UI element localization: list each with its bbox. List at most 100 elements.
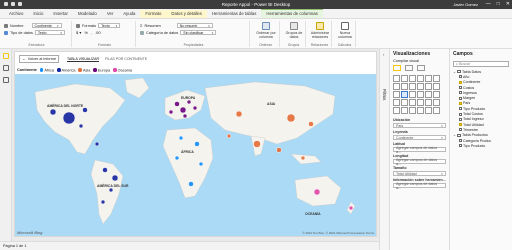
well-tooltips-field[interactable]: Agregar campos de datos a... xyxy=(393,182,446,190)
filled-map-icon[interactable] xyxy=(409,91,416,98)
thousands-icon[interactable]: , xyxy=(91,30,92,35)
smart-narrative-icon[interactable] xyxy=(425,107,432,114)
back-to-report-button[interactable]: ← Volver al informe xyxy=(19,55,59,63)
decimal-icon[interactable]: .00 xyxy=(95,30,101,35)
slicer-icon[interactable] xyxy=(409,99,416,106)
kpi-icon[interactable] xyxy=(401,99,408,106)
r-visual-icon[interactable] xyxy=(433,99,440,106)
bubble-oceania-1[interactable] xyxy=(313,188,321,196)
analytics-icon[interactable] xyxy=(417,65,425,71)
bubble-america-6[interactable] xyxy=(102,167,108,173)
stacked-column-icon[interactable] xyxy=(401,75,408,82)
percent-icon[interactable]: % xyxy=(84,30,88,35)
key-influencers-icon[interactable] xyxy=(401,107,408,114)
bubble-europe-4[interactable] xyxy=(168,109,174,115)
map-visual[interactable]: ← Volver al informe TABLA VISUALIZAR FIL… xyxy=(14,51,377,237)
bubble-europe-2[interactable] xyxy=(179,106,187,114)
map-visual-icon[interactable] xyxy=(401,91,408,98)
bubble-america-5[interactable] xyxy=(94,141,100,147)
funnel-icon[interactable] xyxy=(417,91,424,98)
expand-filters-icon[interactable]: ‹ xyxy=(383,52,384,57)
summary-dropdown[interactable]: No resumir xyxy=(176,23,213,28)
pie-icon[interactable] xyxy=(425,83,432,90)
filters-pane-collapsed[interactable]: ‹ Filtros xyxy=(379,49,390,250)
card-icon[interactable] xyxy=(433,91,440,98)
waterfall-icon[interactable] xyxy=(409,83,416,90)
clustered-bar-icon[interactable] xyxy=(409,75,416,82)
manage-relationships-button[interactable]: Administrar relaciones xyxy=(309,22,331,39)
bubble-africa-2[interactable] xyxy=(194,141,200,147)
table-icon[interactable] xyxy=(417,99,424,106)
field-item[interactable]: Tipo Producto xyxy=(453,143,512,148)
tab-datos-detalles[interactable]: Datos y detalles xyxy=(166,10,207,18)
tab-formato[interactable]: Formato xyxy=(140,10,167,18)
decomposition-tree-icon[interactable] xyxy=(409,107,416,114)
well-location-field[interactable]: País × xyxy=(393,123,446,128)
name-field[interactable]: Continente xyxy=(31,23,62,28)
well-latitude-field[interactable]: Agregar campos de datos a... xyxy=(393,146,446,154)
bubble-asia-3[interactable] xyxy=(308,121,314,127)
world-map[interactable]: AMÉRICA DEL NORTE EUROPA ASIA ÁFRICA AMÉ… xyxy=(15,74,376,236)
well-longitude-field[interactable]: Agregar campos de datos a... xyxy=(393,158,446,166)
bubble-asia-7[interactable] xyxy=(300,155,306,161)
tab-tabla-visualizar[interactable]: TABLA VISUALIZAR xyxy=(67,57,100,62)
bubble-america-4[interactable] xyxy=(78,123,84,129)
well-size-field[interactable]: Total Utilidad × xyxy=(393,171,446,176)
tab-ver[interactable]: Ver xyxy=(102,10,118,18)
combo-chart-icon[interactable] xyxy=(393,83,400,90)
tab-herramientas-columnas[interactable]: Herramientas de columnas xyxy=(261,9,323,18)
format-visual-icon[interactable] xyxy=(405,65,413,71)
bubble-usa[interactable] xyxy=(62,111,76,125)
fields-search-input[interactable]: ⌕ Buscar xyxy=(453,61,509,67)
multirow-card-icon[interactable] xyxy=(393,99,400,106)
bubble-asia-2[interactable] xyxy=(286,113,296,123)
bubble-europe-5[interactable] xyxy=(192,105,198,111)
bubble-america-3[interactable] xyxy=(82,107,88,113)
tab-inicio[interactable]: Inicio xyxy=(28,10,48,18)
new-column-button[interactable]: Nueva columna xyxy=(335,22,355,39)
close-button[interactable]: ✕ xyxy=(506,1,510,7)
tab-ayuda[interactable]: Ayuda xyxy=(118,10,140,18)
bubble-africa-5[interactable] xyxy=(188,181,194,187)
tab-modelado[interactable]: Modelado xyxy=(73,10,102,18)
currency-icon[interactable]: $ ▾ xyxy=(76,30,81,35)
bubble-asia-1[interactable] xyxy=(235,110,243,118)
python-visual-icon[interactable] xyxy=(393,107,400,114)
data-groups-button[interactable]: Grupos de datos xyxy=(283,22,305,39)
more-visuals-icon[interactable] xyxy=(433,107,440,114)
bubble-america-2[interactable] xyxy=(49,108,57,116)
stacked-bar-icon[interactable] xyxy=(393,75,400,82)
tab-archivo[interactable]: Archivo xyxy=(4,10,29,18)
gauge-icon[interactable] xyxy=(425,91,432,98)
tab-insertar[interactable]: Insertar xyxy=(48,10,73,18)
ribbon-chart-icon[interactable] xyxy=(401,83,408,90)
bubble-asia-6[interactable] xyxy=(226,133,232,139)
bubble-europe-1[interactable] xyxy=(174,101,180,107)
area-chart-icon[interactable] xyxy=(433,75,440,82)
map-attribution[interactable]: © 2021 TomTom, © 2021 Microsoft Corporat… xyxy=(302,231,374,235)
build-visual-icon[interactable] xyxy=(393,65,401,71)
line-chart-icon[interactable] xyxy=(425,75,432,82)
report-view-icon[interactable] xyxy=(3,53,9,59)
bubble-africa-4[interactable] xyxy=(198,161,204,167)
bubble-oceania-2[interactable] xyxy=(348,205,354,211)
matrix-icon[interactable] xyxy=(425,99,432,106)
donut-icon[interactable] xyxy=(433,83,440,90)
bubble-africa-3[interactable] xyxy=(174,155,180,161)
bubble-america-7[interactable] xyxy=(108,187,114,193)
tab-herramientas-tablas[interactable]: Herramientas de tablas xyxy=(207,10,261,18)
bubble-europe-3[interactable] xyxy=(186,99,192,105)
scatter-icon[interactable] xyxy=(417,83,424,90)
category-dropdown[interactable]: Sin clasificar xyxy=(180,30,217,35)
maximize-button[interactable]: □ xyxy=(497,1,500,7)
model-view-icon[interactable] xyxy=(3,77,9,83)
qa-icon[interactable] xyxy=(417,107,424,114)
treemap-icon[interactable] xyxy=(393,91,400,98)
minimize-button[interactable]: — xyxy=(486,1,491,7)
bubble-europe-6[interactable] xyxy=(182,113,188,119)
bubble-america-9[interactable] xyxy=(100,199,106,205)
clustered-column-icon[interactable] xyxy=(417,75,424,82)
well-legend-field[interactable]: Continente × xyxy=(393,135,446,140)
bubble-africa-1[interactable] xyxy=(178,135,184,141)
tab-filas-por-continente[interactable]: FILAS POR CONTINENTE xyxy=(105,57,147,62)
